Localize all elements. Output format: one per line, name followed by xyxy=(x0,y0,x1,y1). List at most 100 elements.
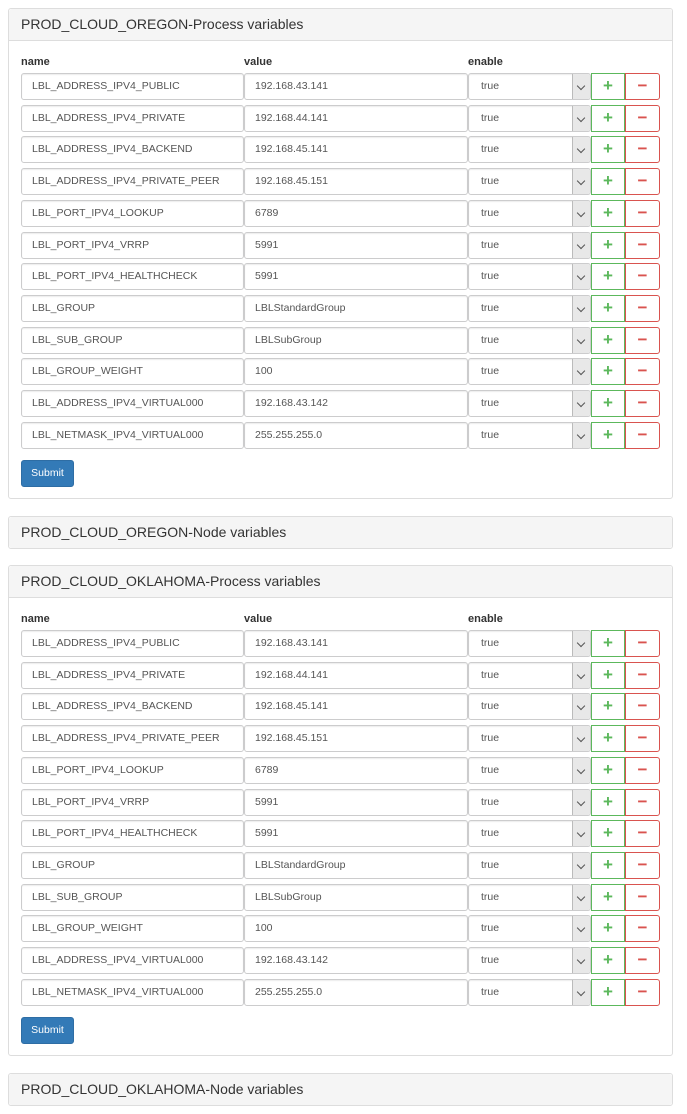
variable-name-input[interactable]: LBL_PORT_IPV4_VRRP xyxy=(21,789,244,816)
variable-value-input[interactable]: 5991 xyxy=(244,263,468,290)
enable-select[interactable]: true xyxy=(468,390,591,417)
variable-name-input[interactable]: LBL_GROUP xyxy=(21,852,244,879)
variable-name-input[interactable]: LBL_SUB_GROUP xyxy=(21,327,244,354)
variable-value-input[interactable]: 255.255.255.0 xyxy=(244,422,468,449)
chevron-down-icon[interactable] xyxy=(572,980,590,1005)
remove-row-button[interactable]: − xyxy=(625,200,660,227)
remove-row-button[interactable]: − xyxy=(625,105,660,132)
add-row-button[interactable]: + xyxy=(591,200,625,227)
remove-row-button[interactable]: − xyxy=(625,789,660,816)
variable-value-input[interactable]: 5991 xyxy=(244,232,468,259)
variable-value-input[interactable]: 192.168.44.141 xyxy=(244,105,468,132)
remove-row-button[interactable]: − xyxy=(625,757,660,784)
variable-name-input[interactable]: LBL_ADDRESS_IPV4_VIRTUAL000 xyxy=(21,947,244,974)
submit-button[interactable]: Submit xyxy=(21,1017,74,1044)
remove-row-button[interactable]: − xyxy=(625,662,660,689)
add-row-button[interactable]: + xyxy=(591,979,625,1006)
chevron-down-icon[interactable] xyxy=(572,296,590,321)
enable-select[interactable]: true xyxy=(468,136,591,163)
variable-name-input[interactable]: LBL_ADDRESS_IPV4_PRIVATE xyxy=(21,662,244,689)
enable-select[interactable]: true xyxy=(468,630,591,657)
variable-value-input[interactable]: 192.168.43.142 xyxy=(244,947,468,974)
enable-select[interactable]: true xyxy=(468,725,591,752)
enable-select[interactable]: true xyxy=(468,979,591,1006)
chevron-down-icon[interactable] xyxy=(572,74,590,99)
variable-value-input[interactable]: 5991 xyxy=(244,789,468,816)
chevron-down-icon[interactable] xyxy=(572,694,590,719)
chevron-down-icon[interactable] xyxy=(572,233,590,258)
variable-name-input[interactable]: LBL_GROUP xyxy=(21,295,244,322)
variable-value-input[interactable]: 192.168.45.151 xyxy=(244,725,468,752)
variable-value-input[interactable]: 100 xyxy=(244,358,468,385)
add-row-button[interactable]: + xyxy=(591,358,625,385)
remove-row-button[interactable]: − xyxy=(625,947,660,974)
remove-row-button[interactable]: − xyxy=(625,820,660,847)
add-row-button[interactable]: + xyxy=(591,947,625,974)
add-row-button[interactable]: + xyxy=(591,915,625,942)
panel-heading[interactable]: PROD_CLOUD_OKLAHOMA-Node variables xyxy=(9,1074,672,1105)
enable-select[interactable]: true xyxy=(468,947,591,974)
remove-row-button[interactable]: − xyxy=(625,136,660,163)
variable-name-input[interactable]: LBL_ADDRESS_IPV4_PUBLIC xyxy=(21,73,244,100)
enable-select[interactable]: true xyxy=(468,73,591,100)
variable-value-input[interactable]: 192.168.43.141 xyxy=(244,630,468,657)
chevron-down-icon[interactable] xyxy=(572,169,590,194)
variable-name-input[interactable]: LBL_NETMASK_IPV4_VIRTUAL000 xyxy=(21,422,244,449)
add-row-button[interactable]: + xyxy=(591,693,625,720)
variable-value-input[interactable]: LBLStandardGroup xyxy=(244,295,468,322)
variable-name-input[interactable]: LBL_ADDRESS_IPV4_PRIVATE_PEER xyxy=(21,168,244,195)
remove-row-button[interactable]: − xyxy=(625,979,660,1006)
add-row-button[interactable]: + xyxy=(591,630,625,657)
remove-row-button[interactable]: − xyxy=(625,422,660,449)
enable-select[interactable]: true xyxy=(468,327,591,354)
variable-name-input[interactable]: LBL_PORT_IPV4_HEALTHCHECK xyxy=(21,263,244,290)
remove-row-button[interactable]: − xyxy=(625,390,660,417)
panel-heading[interactable]: PROD_CLOUD_OKLAHOMA-Process variables xyxy=(9,566,672,598)
variable-value-input[interactable]: 100 xyxy=(244,915,468,942)
chevron-down-icon[interactable] xyxy=(572,885,590,910)
variable-value-input[interactable]: LBLStandardGroup xyxy=(244,852,468,879)
variable-name-input[interactable]: LBL_NETMASK_IPV4_VIRTUAL000 xyxy=(21,979,244,1006)
remove-row-button[interactable]: − xyxy=(625,693,660,720)
enable-select[interactable]: true xyxy=(468,789,591,816)
remove-row-button[interactable]: − xyxy=(625,232,660,259)
enable-select[interactable]: true xyxy=(468,757,591,784)
enable-select[interactable]: true xyxy=(468,358,591,385)
variable-name-input[interactable]: LBL_GROUP_WEIGHT xyxy=(21,358,244,385)
variable-value-input[interactable]: 192.168.43.141 xyxy=(244,73,468,100)
variable-value-input[interactable]: 5991 xyxy=(244,820,468,847)
chevron-down-icon[interactable] xyxy=(572,201,590,226)
variable-value-input[interactable]: 192.168.45.141 xyxy=(244,693,468,720)
variable-value-input[interactable]: 192.168.45.151 xyxy=(244,168,468,195)
add-row-button[interactable]: + xyxy=(591,725,625,752)
variable-name-input[interactable]: LBL_ADDRESS_IPV4_BACKEND xyxy=(21,136,244,163)
variable-name-input[interactable]: LBL_SUB_GROUP xyxy=(21,884,244,911)
remove-row-button[interactable]: − xyxy=(625,884,660,911)
variable-name-input[interactable]: LBL_ADDRESS_IPV4_BACKEND xyxy=(21,693,244,720)
variable-value-input[interactable]: 6789 xyxy=(244,757,468,784)
chevron-down-icon[interactable] xyxy=(572,663,590,688)
chevron-down-icon[interactable] xyxy=(572,391,590,416)
variable-value-input[interactable]: 192.168.45.141 xyxy=(244,136,468,163)
add-row-button[interactable]: + xyxy=(591,789,625,816)
remove-row-button[interactable]: − xyxy=(625,630,660,657)
variable-value-input[interactable]: 6789 xyxy=(244,200,468,227)
chevron-down-icon[interactable] xyxy=(572,758,590,783)
add-row-button[interactable]: + xyxy=(591,232,625,259)
remove-row-button[interactable]: − xyxy=(625,725,660,752)
add-row-button[interactable]: + xyxy=(591,884,625,911)
enable-select[interactable]: true xyxy=(468,820,591,847)
enable-select[interactable]: true xyxy=(468,422,591,449)
chevron-down-icon[interactable] xyxy=(572,726,590,751)
add-row-button[interactable]: + xyxy=(591,820,625,847)
variable-value-input[interactable]: LBLSubGroup xyxy=(244,327,468,354)
add-row-button[interactable]: + xyxy=(591,757,625,784)
enable-select[interactable]: true xyxy=(468,105,591,132)
variable-name-input[interactable]: LBL_ADDRESS_IPV4_PUBLIC xyxy=(21,630,244,657)
variable-name-input[interactable]: LBL_PORT_IPV4_VRRP xyxy=(21,232,244,259)
variable-name-input[interactable]: LBL_ADDRESS_IPV4_VIRTUAL000 xyxy=(21,390,244,417)
variable-value-input[interactable]: LBLSubGroup xyxy=(244,884,468,911)
variable-name-input[interactable]: LBL_PORT_IPV4_HEALTHCHECK xyxy=(21,820,244,847)
remove-row-button[interactable]: − xyxy=(625,327,660,354)
add-row-button[interactable]: + xyxy=(591,295,625,322)
